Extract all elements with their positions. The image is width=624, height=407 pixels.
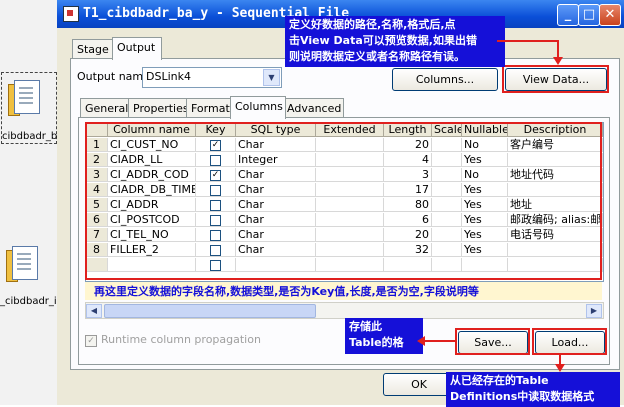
output-name-value: DSLink4 (146, 70, 191, 83)
tab-advanced[interactable]: Advanced (282, 98, 344, 118)
tab-stage[interactable]: Stage (72, 39, 116, 59)
scroll-right-icon[interactable]: ▶ (586, 304, 602, 318)
tab-output[interactable]: Output (112, 37, 162, 60)
arrow-head-icon (555, 364, 565, 372)
callout-arrow (557, 40, 559, 58)
desktop-item-label: cibdbadr_ba (2, 131, 64, 142)
scroll-thumb[interactable] (104, 304, 316, 318)
tab-properties[interactable]: Properties (128, 98, 192, 118)
callout-line: 从已经存在的Table (450, 374, 549, 387)
callout-line: 则说明数据定义或者名称路径有误。 (289, 50, 465, 63)
tab-columns[interactable]: Columns (230, 96, 286, 119)
minimize-button[interactable]: _ (557, 4, 579, 26)
callout-line: 定义好数据的路径,名称,格式后,点 (289, 18, 456, 31)
callout-line: 存储此 (349, 320, 382, 333)
tab-format[interactable]: Format (186, 98, 236, 118)
save-callout: 存储此 Table的格 (345, 318, 423, 354)
maximize-button[interactable]: □ (578, 4, 600, 26)
save-highlight (455, 328, 530, 355)
tab-general[interactable]: General (80, 98, 132, 118)
arrow-head-icon (553, 57, 563, 65)
chevron-down-icon[interactable]: ▼ (263, 69, 280, 86)
output-name-select[interactable]: DSLink4 ▼ (142, 67, 282, 88)
scroll-left-icon[interactable]: ◀ (86, 304, 102, 318)
callout-line: 击View Data可以预览数据,如果出错 (289, 34, 477, 47)
callout-line: Table的格 (349, 336, 404, 349)
app-icon (63, 6, 79, 22)
callout-arrow (497, 40, 559, 42)
view-data-callout: 定义好数据的路径,名称,格式后,点 击View Data可以预览数据,如果出错 … (285, 16, 505, 67)
ok-button[interactable]: OK (383, 373, 455, 396)
horizontal-scrollbar[interactable]: ◀ ▶ (85, 302, 604, 319)
runtime-propagation-label: Runtime column propagation (101, 333, 261, 346)
callout-line: Definitions中读取数据格式 (450, 390, 595, 403)
load-highlight (532, 328, 607, 355)
view-data-highlight (502, 65, 609, 93)
grid-highlight (85, 122, 602, 280)
callout-arrow (424, 340, 455, 342)
load-callout: 从已经存在的Table Definitions中读取数据格式 (446, 372, 620, 407)
runtime-propagation-checkbox[interactable]: ✓ (85, 335, 97, 347)
desktop-item-label: _cibdbadr_in (0, 296, 64, 307)
grid-note-bar: 再这里定义数据的字段名称,数据类型,是否为Key值,长度,是否为空,字段说明等 (85, 282, 602, 300)
grid-note: 再这里定义数据的字段名称,数据类型,是否为Key值,长度,是否为空,字段说明等 (94, 285, 479, 298)
columns-button[interactable]: Columns... (392, 68, 498, 91)
close-button[interactable]: ✕ (599, 4, 621, 26)
file-icon[interactable] (8, 78, 44, 124)
file-icon[interactable] (6, 244, 42, 290)
